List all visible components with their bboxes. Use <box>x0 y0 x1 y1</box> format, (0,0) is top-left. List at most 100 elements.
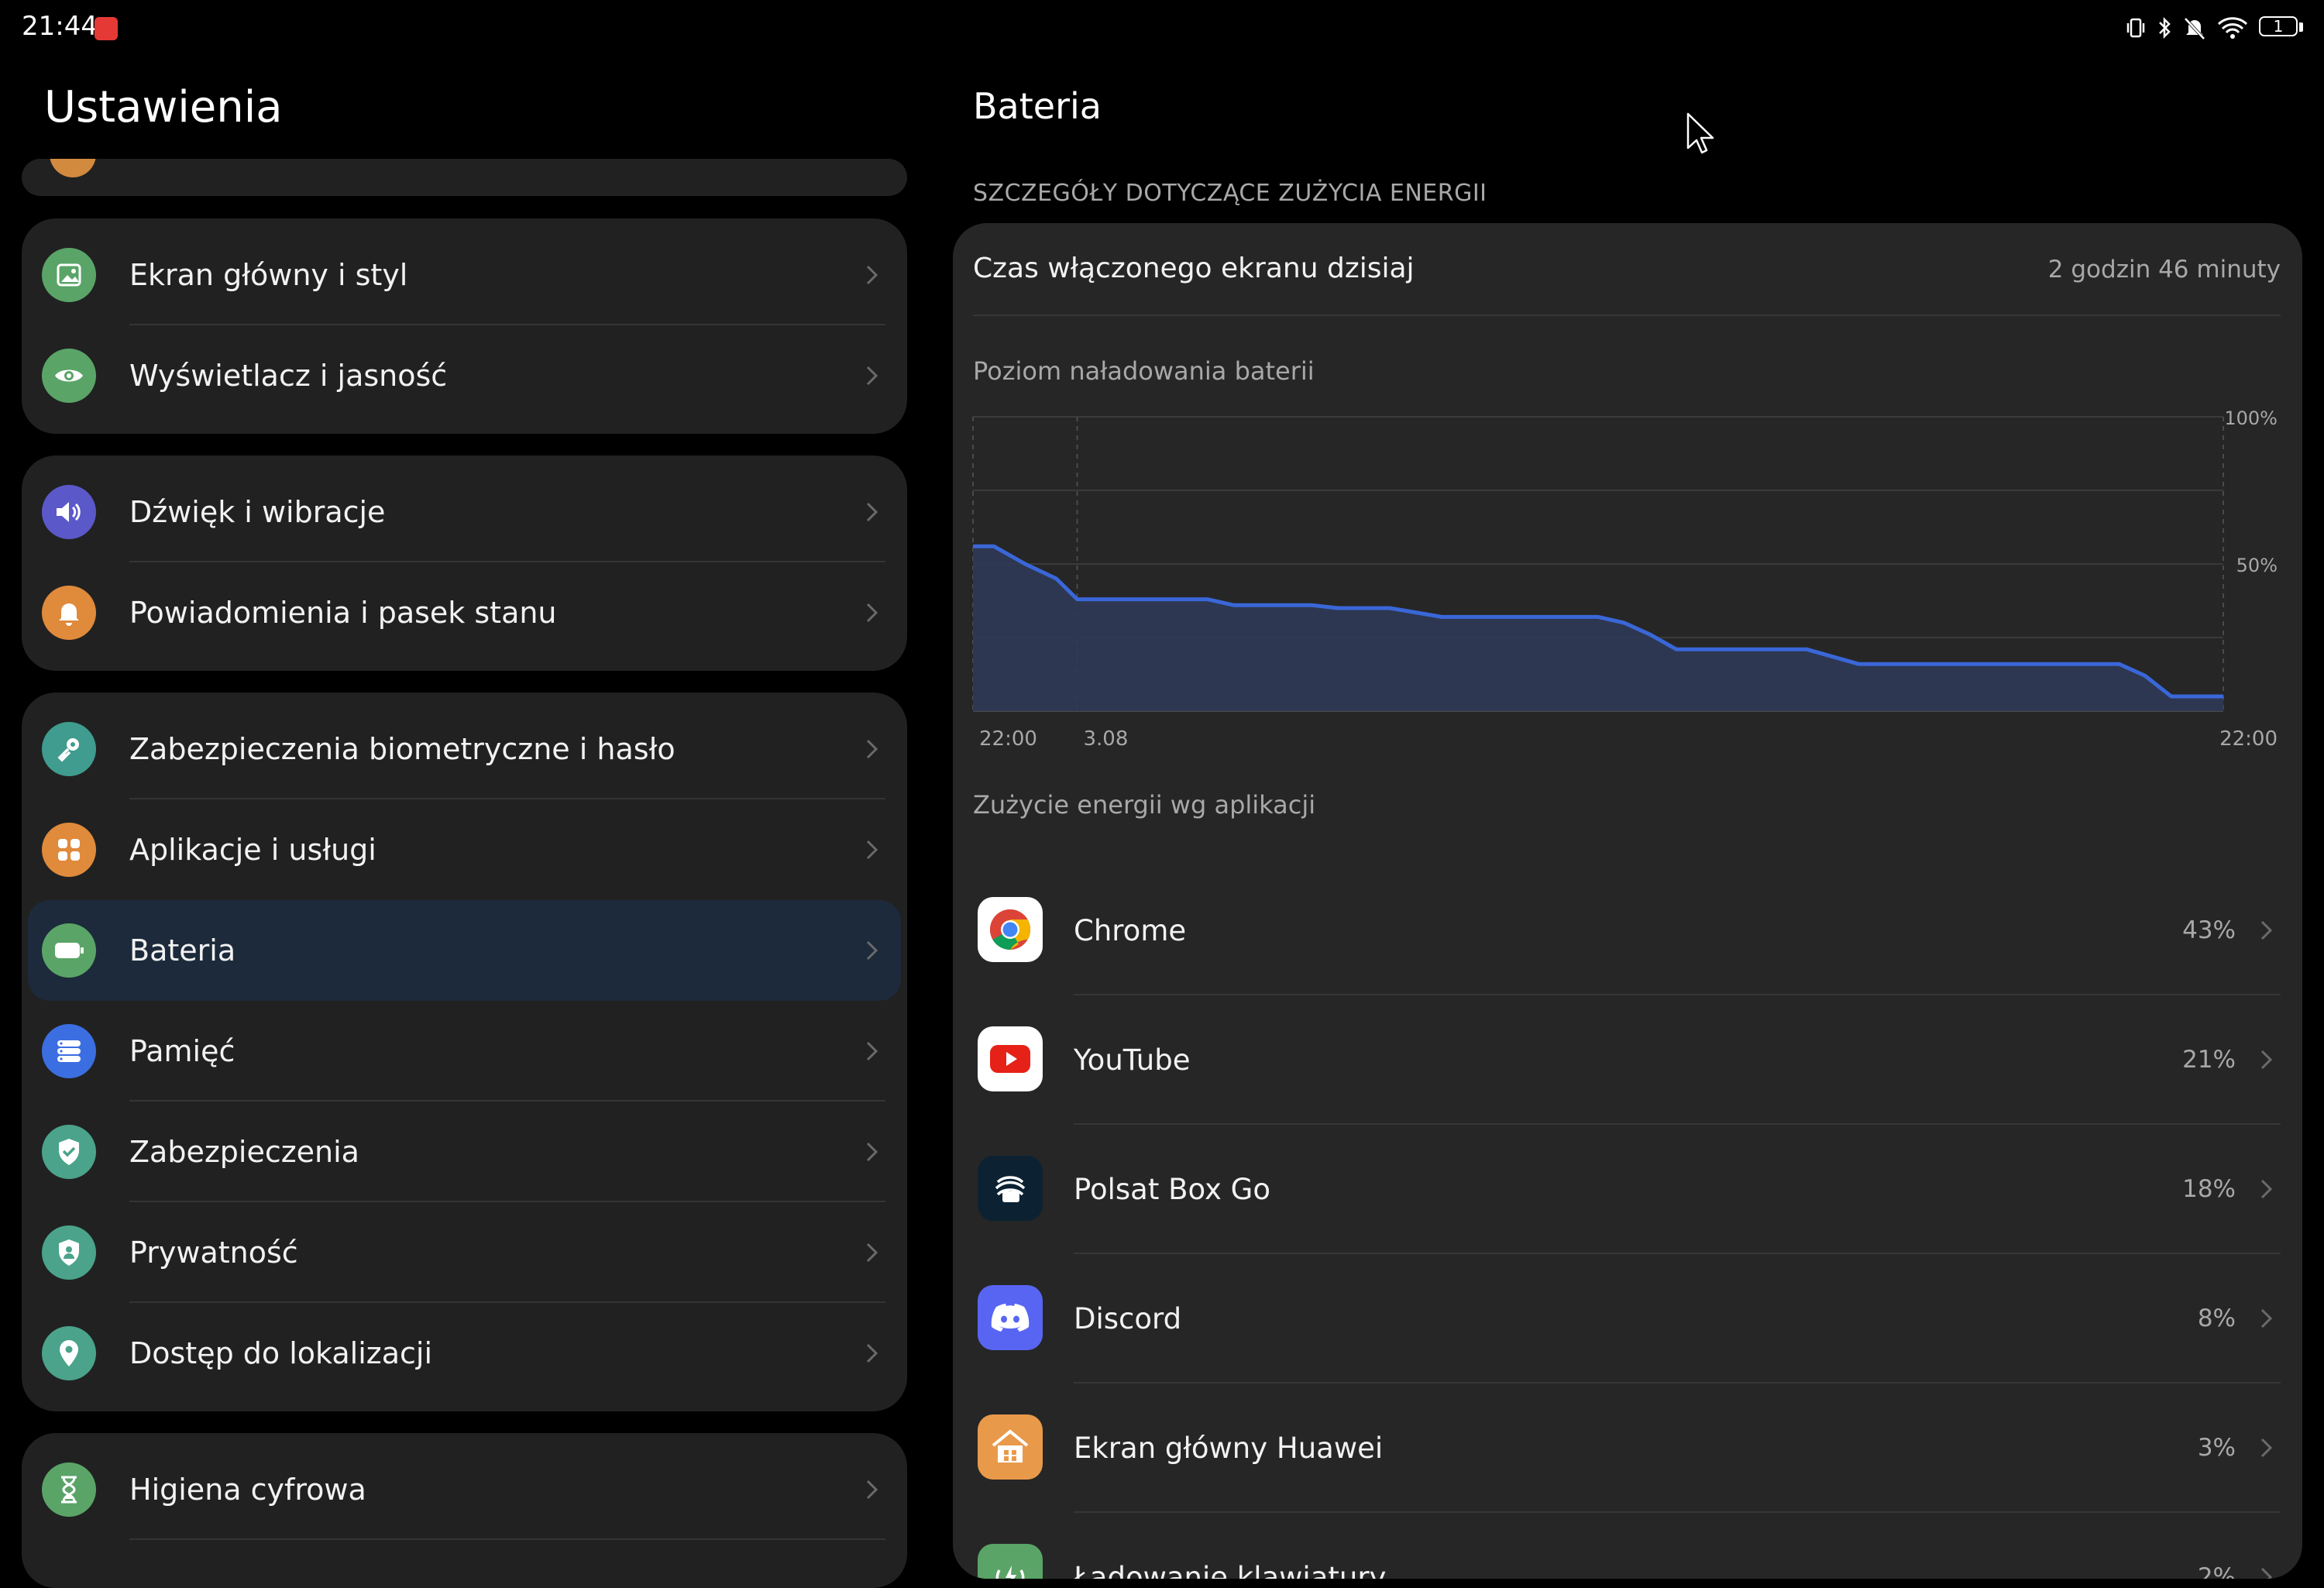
app-row-keyboard-charging[interactable]: Ładowanie klawiatury 2% <box>953 1513 2302 1579</box>
chrome-icon <box>978 897 1043 962</box>
app-row-discord[interactable]: Discord 8% <box>953 1254 2302 1383</box>
app-percent: 43% <box>2182 916 2236 944</box>
chevron-right-icon <box>866 1243 878 1263</box>
bluetooth-icon <box>2159 16 2171 40</box>
chevron-right-icon <box>2260 1567 2273 1579</box>
chevron-right-icon <box>866 366 878 386</box>
settings-item-privacy[interactable]: Prywatność <box>22 1202 907 1303</box>
settings-card-partial <box>22 159 907 196</box>
chevron-right-icon <box>866 1343 878 1363</box>
settings-item-label: Dostęp do lokalizacji <box>129 1336 433 1370</box>
chevron-right-icon <box>866 603 878 623</box>
chevron-right-icon <box>866 1142 878 1162</box>
battery-level-text: 1 <box>2273 17 2284 36</box>
chart-y-tick-label: 50% <box>2236 555 2278 576</box>
chart-x-tick-label: 22:00 <box>979 727 1037 751</box>
settings-item-biometrics[interactable]: Zabezpieczenia biometryczne i hasło <box>22 699 907 799</box>
battery-chart-title: Poziom naładowania baterii <box>973 356 1315 386</box>
privacy-shield-icon <box>42 1225 96 1280</box>
partial-item-icon <box>50 159 96 177</box>
settings-item-label: Bateria <box>129 933 236 968</box>
chart-x-tick-label: 3.08 <box>1084 727 1129 751</box>
settings-item-label: Zabezpieczenia <box>129 1135 359 1169</box>
battery-indicator: 1 <box>2259 16 2304 40</box>
chart-area <box>973 546 2223 711</box>
status-time: 21:44 <box>22 11 98 42</box>
settings-item-storage[interactable]: Pamięć <box>22 1001 907 1102</box>
settings-item-label: Powiadomienia i pasek stanu <box>129 596 557 630</box>
settings-item-label: Zabezpieczenia biometryczne i hasło <box>129 732 676 766</box>
settings-item-home-screen[interactable]: Ekran główny i styl <box>22 225 907 325</box>
app-row-chrome[interactable]: Chrome 43% <box>953 866 2302 995</box>
app-percent: 2% <box>2197 1563 2236 1579</box>
settings-group-wellbeing: Higiena cyfrowa <box>22 1433 907 1588</box>
settings-item-label: Wyświetlacz i jasność <box>129 359 448 393</box>
mute-icon <box>2184 17 2205 40</box>
section-header: SZCZEGÓŁY DOTYCZĄCE ZUŻYCIA ENERGII <box>973 180 1487 207</box>
chevron-right-icon <box>2260 1179 2273 1199</box>
settings-item-notifications[interactable]: Powiadomienia i pasek stanu <box>22 562 907 663</box>
speaker-icon <box>42 485 96 539</box>
settings-item-battery[interactable]: Bateria <box>28 900 901 1001</box>
app-name: Discord <box>1074 1302 1182 1335</box>
detail-title: Bateria <box>973 85 1102 127</box>
chevron-right-icon <box>866 1480 878 1500</box>
app-percent: 8% <box>2197 1304 2236 1332</box>
settings-item-label: Dźwięk i wibracje <box>129 495 386 529</box>
divider <box>129 1538 885 1540</box>
chevron-right-icon <box>866 940 878 961</box>
app-name: Ekran główny Huawei <box>1074 1432 1384 1465</box>
shield-check-icon <box>42 1125 96 1179</box>
discord-icon <box>978 1285 1043 1350</box>
apps-grid-icon <box>42 823 96 877</box>
settings-item-security[interactable]: Zabezpieczenia <box>22 1102 907 1202</box>
screen-on-time-row[interactable]: Czas włączonego ekranu dzisiaj 2 godzin … <box>953 223 2302 316</box>
settings-item-digital-balance[interactable]: Higiena cyfrowa <box>22 1439 907 1540</box>
settings-item-label: Pamięć <box>129 1034 235 1068</box>
settings-item-label: Aplikacje i usługi <box>129 833 376 867</box>
settings-item-location[interactable]: Dostęp do lokalizacji <box>22 1303 907 1404</box>
battery-icon <box>42 923 96 978</box>
chevron-right-icon <box>2260 920 2273 940</box>
screen-on-time-value: 2 godzin 46 minuty <box>2047 256 2281 284</box>
settings-item-label: Higiena cyfrowa <box>129 1473 366 1507</box>
notification-badge-icon <box>95 17 118 40</box>
divider <box>973 315 2281 316</box>
chevron-right-icon <box>866 739 878 759</box>
settings-item-label: Prywatność <box>129 1236 298 1270</box>
hourglass-icon <box>42 1463 96 1517</box>
chevron-right-icon <box>866 265 878 285</box>
polsat-box-go-icon <box>978 1156 1043 1221</box>
settings-item-display[interactable]: Wyświetlacz i jasność <box>22 325 907 426</box>
status-icons: 1 <box>2126 12 2304 43</box>
app-name: Ładowanie klawiatury <box>1074 1561 1387 1579</box>
settings-group-sound: Dźwięk i wibracje Powiadomienia i pasek … <box>22 455 907 671</box>
app-percent: 18% <box>2182 1175 2236 1203</box>
battery-level-chart: 100% 50% 22:00 3.08 22:00 <box>972 407 2278 751</box>
storage-icon <box>42 1024 96 1078</box>
settings-item-apps[interactable]: Aplikacje i usługi <box>22 799 907 900</box>
chart-y-tick-label: 100% <box>2224 407 2278 429</box>
app-row-polsat-box-go[interactable]: Polsat Box Go 18% <box>953 1125 2302 1254</box>
chevron-right-icon <box>866 502 878 522</box>
key-icon <box>42 722 96 776</box>
mouse-cursor-icon <box>1686 112 1714 154</box>
app-percent: 3% <box>2197 1434 2236 1462</box>
image-icon <box>42 248 96 302</box>
app-name: YouTube <box>1074 1043 1191 1077</box>
settings-item-label: Ekran główny i styl <box>129 258 408 292</box>
chevron-right-icon <box>2260 1050 2273 1070</box>
wifi-icon <box>2217 17 2248 39</box>
app-usage-title: Zużycie energii wg aplikacji <box>973 790 1316 820</box>
status-bar: 21:44 1 <box>0 0 2324 57</box>
battery-details-card: Czas włączonego ekranu dzisiaj 2 godzin … <box>953 223 2302 1579</box>
settings-group-security: Zabezpieczenia biometryczne i hasło Apli… <box>22 693 907 1411</box>
app-name: Chrome <box>1074 914 1187 947</box>
app-row-huawei-home[interactable]: Ekran główny Huawei 3% <box>953 1383 2302 1513</box>
youtube-icon <box>978 1026 1043 1091</box>
app-percent: 21% <box>2182 1046 2236 1074</box>
settings-item-sound[interactable]: Dźwięk i wibracje <box>22 462 907 562</box>
app-row-youtube[interactable]: YouTube 21% <box>953 995 2302 1125</box>
page-title: Ustawienia <box>44 82 283 132</box>
chevron-right-icon <box>866 840 878 860</box>
